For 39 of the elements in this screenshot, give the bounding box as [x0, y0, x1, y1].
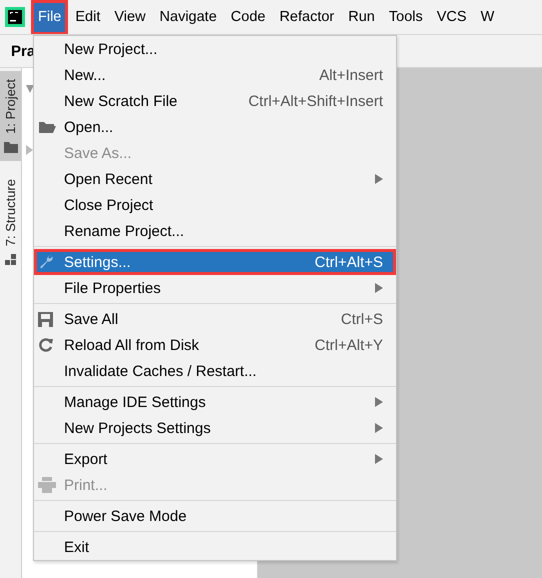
tool-window-tab[interactable]: 1: Project [0, 71, 21, 161]
menu-item[interactable]: Close Project [34, 192, 396, 218]
collapse-arrow-icon[interactable] [26, 145, 34, 155]
menu-title[interactable]: View [107, 0, 153, 34]
wrench-icon [38, 254, 54, 270]
menu-title[interactable]: Navigate [152, 0, 224, 34]
menu-item[interactable]: New Projects Settings [34, 415, 396, 441]
menu-item[interactable]: File Properties [34, 275, 396, 301]
menu-item[interactable]: Reload All from Disk Ctrl+Alt+Y [34, 332, 396, 358]
menu-item[interactable]: New Project... [34, 36, 396, 62]
menu-title[interactable]: W [474, 0, 502, 34]
menu-item[interactable]: Exit [34, 534, 396, 560]
menu-item[interactable]: Power Save Mode [34, 503, 396, 529]
tool-window-tab[interactable]: 7: Structure [0, 170, 21, 274]
menu-item[interactable]: New... Alt+Insert [34, 62, 396, 88]
menu-item[interactable]: Open... [34, 114, 396, 140]
structure-icon [4, 254, 16, 266]
menu-title[interactable]: File [31, 0, 68, 34]
menu-title[interactable]: Refactor [272, 0, 342, 34]
folder-icon [4, 142, 18, 153]
menu-item[interactable]: Open Recent [34, 166, 396, 192]
app-logo-icon [5, 7, 25, 27]
menu-item[interactable]: Manage IDE Settings [34, 389, 396, 415]
save-icon [38, 312, 53, 326]
menu-item[interactable]: Export [34, 446, 396, 472]
menu-title[interactable]: Run [341, 0, 382, 34]
menu-item[interactable]: Invalidate Caches / Restart... [34, 358, 396, 384]
expand-arrow-icon[interactable] [26, 85, 34, 95]
menu-title[interactable]: Tools [382, 0, 430, 34]
menu-title[interactable]: VCS [430, 0, 474, 34]
printer-icon [38, 477, 56, 493]
menu-item[interactable]: Rename Project... [34, 218, 396, 244]
menu-item[interactable]: Settings... Ctrl+Alt+S [34, 249, 396, 275]
menu-item[interactable]: New Scratch File Ctrl+Alt+Shift+Insert [34, 88, 396, 114]
reload-icon [38, 337, 54, 353]
folder-icon [38, 120, 56, 134]
menu-title[interactable]: Edit [68, 0, 108, 34]
menu-title[interactable]: Code [224, 0, 272, 34]
menu-item[interactable]: Save All Ctrl+S [34, 306, 396, 332]
